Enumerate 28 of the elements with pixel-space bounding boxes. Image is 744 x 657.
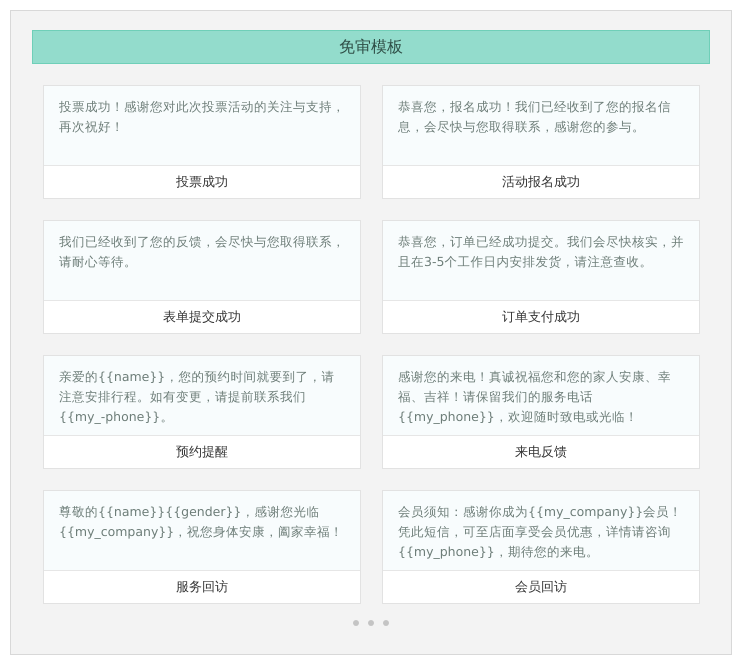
template-message: 尊敬的{{name}}{{gender}}，感谢您光临{{my_company}}，祝您身体安康，阖家幸福！ — [44, 491, 360, 571]
template-name: 来电反馈 — [514, 444, 568, 462]
template-card[interactable]: 我们已经收到了您的反馈，会尽快与您取得联系，请耐心等待。 表单提交成功 — [43, 220, 361, 334]
template-name: 订单支付成功 — [501, 309, 581, 327]
template-message: 恭喜您，订单已经成功提交。我们会尽快核实，并且在3-5个工作日内安排发货，请注意查收。 — [383, 221, 699, 301]
template-card[interactable]: 亲爱的{{name}}，您的预约时间就要到了，请注意安排行程。如有变更，请提前联系我们{{my_-phone}}。 预约提醒 — [43, 355, 361, 469]
template-card[interactable]: 会员须知：感谢你成为{{my_company}}会员！凭此短信，可至店面享受会员优惠，详情请咨询{{my_phone}}，期待您的来电。 会员回访 — [382, 490, 700, 604]
template-card[interactable]: 尊敬的{{name}}{{gender}}，感谢您光临{{my_company}}，祝您身体安康，阖家幸福！ 服务回访 — [43, 490, 361, 604]
pagination-dot[interactable] — [383, 620, 389, 626]
template-name: 服务回访 — [175, 579, 229, 597]
template-card[interactable]: 感谢您的来电！真诚祝福您和您的家人安康、幸福、吉祥！请保留我们的服务电话{{my_phone}}，欢迎随时致电或光临！ 来电反馈 — [382, 355, 700, 469]
template-message: 我们已经收到了您的反馈，会尽快与您取得联系，请耐心等待。 — [44, 221, 360, 301]
template-card[interactable]: 恭喜您，报名成功！我们已经收到了您的报名信息，会尽快与您取得联系，感谢您的参与。 活动报名成功 — [382, 85, 700, 199]
template-name: 活动报名成功 — [501, 174, 581, 192]
pagination-dot[interactable] — [368, 620, 374, 626]
template-name: 表单提交成功 — [162, 309, 242, 327]
template-name: 会员回访 — [514, 579, 568, 597]
template-name: 投票成功 — [175, 174, 229, 192]
template-message: 亲爱的{{name}}，您的预约时间就要到了，请注意安排行程。如有变更，请提前联系我们{{my_-phone}}。 — [44, 356, 360, 436]
template-message: 投票成功！感谢您对此次投票活动的关注与支持，再次祝好！ — [44, 86, 360, 166]
template-card[interactable]: 投票成功！感谢您对此次投票活动的关注与支持，再次祝好！ 投票成功 — [43, 85, 361, 199]
panel-title: 免审模板 — [32, 30, 710, 64]
template-message: 恭喜您，报名成功！我们已经收到了您的报名信息，会尽快与您取得联系，感谢您的参与。 — [383, 86, 699, 166]
template-card[interactable]: 恭喜您，订单已经成功提交。我们会尽快核实，并且在3-5个工作日内安排发货，请注意查收。 订单支付成功 — [382, 220, 700, 334]
template-message: 会员须知：感谢你成为{{my_company}}会员！凭此短信，可至店面享受会员优惠，详情请咨询{{my_phone}}，期待您的来电。 — [383, 491, 699, 571]
template-message: 感谢您的来电！真诚祝福您和您的家人安康、幸福、吉祥！请保留我们的服务电话{{my_phone}}，欢迎随时致电或光临！ — [383, 356, 699, 436]
pagination-dot[interactable] — [353, 620, 359, 626]
template-name: 预约提醒 — [175, 444, 229, 462]
